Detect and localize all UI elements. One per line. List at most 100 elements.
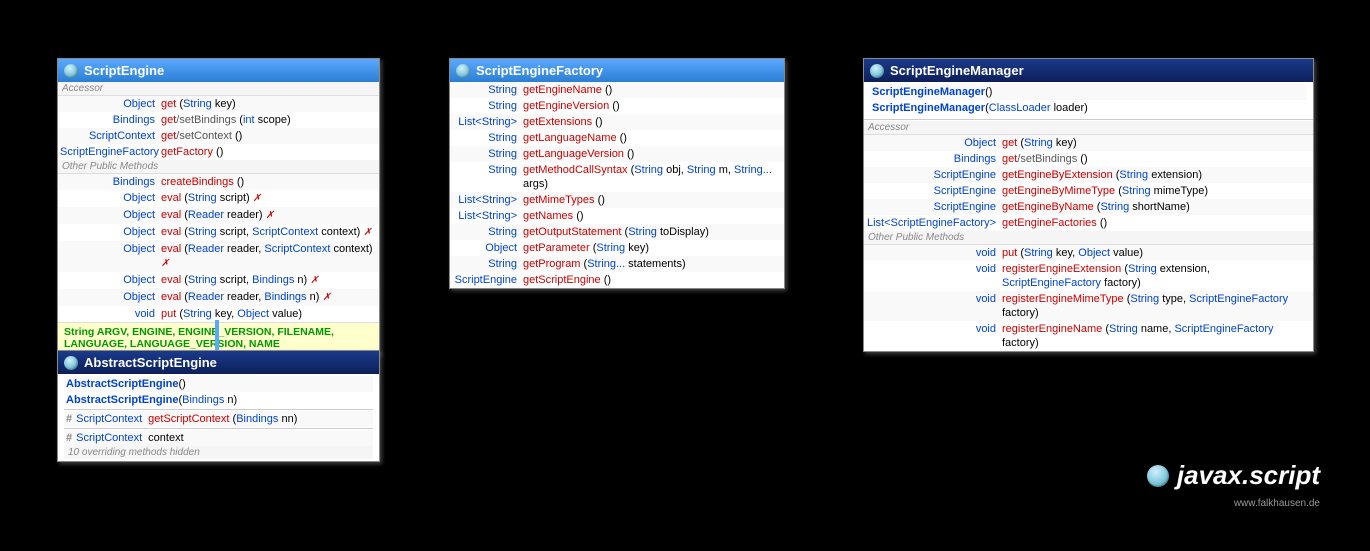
method-row: Bindingsget/setBindings () [864, 151, 1313, 167]
method-row: Objecteval (Reader reader, Bindings n) ✗ [58, 289, 379, 306]
return-type: List<String> [452, 193, 523, 207]
constructor-row: AbstractScriptEngine (Bindings n) [64, 392, 373, 408]
protected-marker: # [66, 412, 76, 426]
credit-label: www.falkhausen.de [1234, 498, 1320, 509]
return-type: ScriptEngine [452, 273, 523, 287]
abstract-script-engine-box: AbstractScriptEngine AbstractScriptEngin… [57, 350, 380, 462]
method-row: StringgetOutputStatement (String toDispl… [450, 224, 784, 240]
return-type: ScriptEngineFactory [60, 145, 161, 159]
return-type: Object [60, 97, 161, 111]
section-label: Other Public Methods [864, 231, 1313, 245]
constructor-row: ScriptEngineManager (ClassLoader loader) [870, 100, 1307, 116]
method-row: ObjectgetParameter (String key) [450, 240, 784, 256]
method-row: ScriptEnginegetScriptEngine () [450, 272, 784, 288]
script-engine-manager-box: ScriptEngineManager ScriptEngineManager … [863, 58, 1314, 352]
return-type: ScriptEngine [866, 184, 1002, 198]
method-row: StringgetLanguageName () [450, 130, 784, 146]
method-row: StringgetEngineName () [450, 82, 784, 98]
method-row: Objecteval (Reader reader) ✗ [58, 207, 379, 224]
return-type: void [866, 262, 1002, 290]
return-type: Object [60, 208, 161, 223]
return-type: List<ScriptEngineFactory> [866, 216, 1002, 230]
package-icon [1147, 465, 1169, 487]
method-row: ScriptEnginegetEngineByMimeType (String … [864, 183, 1313, 199]
method-row: Objectget (String key) [58, 96, 379, 112]
abstract-script-engine-header: AbstractScriptEngine [58, 351, 379, 374]
return-type: String [452, 131, 523, 145]
interface-icon [64, 64, 78, 78]
class-title: ScriptEngineManager [890, 63, 1024, 78]
method-row: List<String>getMimeTypes () [450, 192, 784, 208]
method-row: Bindingsget/setBindings (int scope) [58, 112, 379, 128]
field-row: # ScriptContext context [64, 430, 373, 446]
method-params: (Bindings nn) [233, 413, 298, 425]
method-row: StringgetEngineVersion () [450, 98, 784, 114]
return-type: void [866, 292, 1002, 320]
return-type: Bindings [60, 175, 161, 189]
return-type: Bindings [60, 113, 161, 127]
package-name: javax.script [1177, 460, 1320, 491]
return-type: Object [60, 225, 161, 240]
inheritance-connector [215, 320, 219, 350]
return-type: ScriptEngine [866, 168, 1002, 182]
method-row: voidregisterEngineExtension (String exte… [864, 261, 1313, 291]
method-row: ScriptEnginegetEngineByExtension (String… [864, 167, 1313, 183]
method-row: StringgetLanguageVersion () [450, 146, 784, 162]
script-engine-factory-header: ScriptEngineFactory [450, 59, 784, 82]
method-row: Objecteval (String script, Bindings n) ✗ [58, 272, 379, 289]
class-title: AbstractScriptEngine [84, 355, 217, 370]
return-type: void [60, 307, 161, 321]
constructor-row: AbstractScriptEngine () [64, 376, 373, 392]
return-type: void [866, 246, 1002, 260]
return-type: String [452, 83, 523, 97]
return-type: Object [452, 241, 523, 255]
section-label: Other Public Methods [58, 160, 379, 174]
interface-icon [456, 64, 470, 78]
return-type: ScriptContext [76, 412, 148, 426]
class-icon [64, 356, 78, 370]
return-type: String [452, 225, 523, 239]
method-row: List<String>getExtensions () [450, 114, 784, 130]
script-engine-header: ScriptEngine [58, 59, 379, 82]
method-row: Objectget (String key) [864, 135, 1313, 151]
method-row: List<ScriptEngineFactory>getEngineFactor… [864, 215, 1313, 231]
method-row: Objecteval (String script, ScriptContext… [58, 224, 379, 241]
return-type: Object [60, 273, 161, 288]
section-label: Accessor [864, 121, 1313, 135]
return-type: String [452, 147, 523, 161]
section-label: Accessor [58, 82, 379, 96]
field-type: ScriptContext [76, 431, 148, 445]
method-row: ScriptEngineFactorygetFactory () [58, 144, 379, 160]
method-row: ScriptContextget/setContext () [58, 128, 379, 144]
package-label: javax.script [1147, 460, 1320, 491]
return-type: Object [866, 136, 1002, 150]
method-name: getScriptContext [148, 413, 229, 425]
class-icon [870, 64, 884, 78]
return-type: Object [60, 290, 161, 305]
return-type: String [452, 163, 523, 191]
return-type: void [866, 322, 1002, 350]
return-type: String [452, 257, 523, 271]
script-engine-manager-header: ScriptEngineManager [864, 59, 1313, 82]
return-type: Bindings [866, 152, 1002, 166]
class-title: ScriptEngine [84, 63, 164, 78]
method-row: Objecteval (Reader reader, ScriptContext… [58, 241, 379, 272]
method-row: BindingscreateBindings () [58, 174, 379, 190]
script-engine-factory-box: ScriptEngineFactory StringgetEngineName … [449, 58, 785, 289]
protected-marker: # [66, 431, 76, 445]
method-row: voidregisterEngineName (String name, Scr… [864, 321, 1313, 351]
return-type: ScriptContext [60, 129, 161, 143]
method-row: voidput (String key, Object value) [864, 245, 1313, 261]
return-type: String [452, 99, 523, 113]
return-type: ScriptEngine [866, 200, 1002, 214]
return-type: Object [60, 242, 161, 271]
field-name: context [148, 431, 183, 445]
return-type: List<String> [452, 209, 523, 223]
method-row: ScriptEnginegetEngineByName (String shor… [864, 199, 1313, 215]
method-row: # ScriptContext getScriptContext (Bindin… [64, 411, 373, 427]
script-engine-box: ScriptEngine Accessor Objectget (String … [57, 58, 380, 354]
class-title: ScriptEngineFactory [476, 63, 603, 78]
method-row: voidregisterEngineMimeType (String type,… [864, 291, 1313, 321]
method-row: List<String>getNames () [450, 208, 784, 224]
constructor-row: ScriptEngineManager () [870, 84, 1307, 100]
